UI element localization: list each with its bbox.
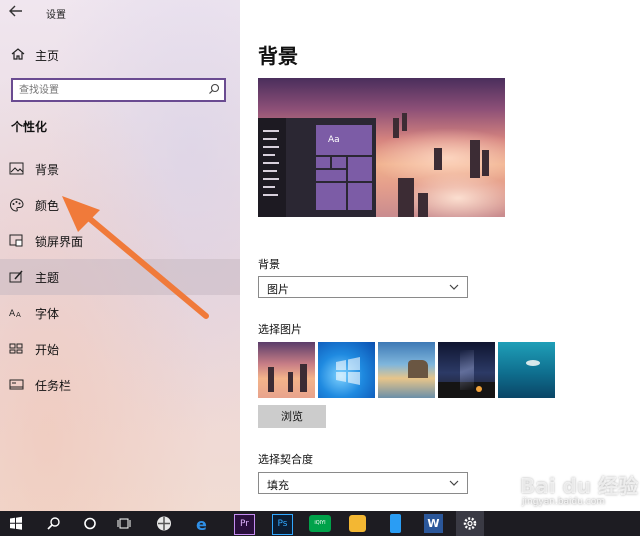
sidebar-item-label: 字体 — [35, 307, 60, 321]
search-icon[interactable] — [40, 511, 68, 536]
taskbar-icon — [9, 378, 24, 394]
window-title: 设置 — [46, 10, 66, 21]
premiere-icon[interactable]: Pr — [230, 511, 258, 536]
sidebar-item-label: 背景 — [35, 163, 60, 177]
windows-start-icon[interactable] — [2, 511, 30, 536]
pinwheel-app-icon[interactable] — [150, 511, 178, 536]
search-input[interactable] — [19, 82, 199, 98]
background-label: 背景 — [258, 258, 280, 271]
fit-dropdown[interactable]: 填充 — [258, 472, 468, 494]
sidebar-item-label: 开始 — [35, 343, 60, 357]
sidebar: 设置 主页 个性化 背景 颜色 — [0, 0, 240, 511]
desktop-preview: Aa — [258, 118, 376, 217]
watermark-url: jingyan.baidu.com — [522, 497, 606, 507]
picture-thumb-2[interactable] — [318, 342, 375, 398]
settings-icon[interactable] — [456, 511, 484, 536]
sidebar-item-label: 锁屏界面 — [35, 235, 84, 249]
font-icon: AA — [9, 306, 24, 322]
sidebar-item-background[interactable]: 背景 — [0, 151, 240, 187]
sidebar-item-themes[interactable]: 主题 — [0, 259, 240, 295]
preview-tile: Aa — [316, 125, 372, 155]
phone-app-icon[interactable] — [382, 511, 410, 536]
background-dropdown[interactable]: 图片 — [258, 276, 468, 298]
word-icon[interactable]: W — [420, 511, 448, 536]
search-box[interactable] — [11, 78, 226, 102]
chevron-down-icon — [448, 475, 460, 494]
home-label: 主页 — [35, 49, 60, 63]
svg-text:e: e — [196, 515, 207, 534]
cortana-icon[interactable] — [76, 511, 104, 536]
back-arrow-icon — [9, 5, 22, 17]
start-icon — [9, 342, 24, 358]
iqiyi-icon[interactable]: iQIYI — [306, 511, 334, 536]
sidebar-item-label: 任务栏 — [35, 379, 72, 393]
fit-dropdown-value: 填充 — [267, 479, 289, 492]
chevron-down-icon — [448, 279, 460, 298]
edge-icon[interactable]: e — [190, 511, 218, 536]
taskbar: e Pr Ps iQIYI W — [0, 511, 640, 536]
background-dropdown-value: 图片 — [267, 283, 289, 296]
lock-screen-icon — [9, 234, 24, 250]
photoshop-icon[interactable]: Ps — [268, 511, 296, 536]
sidebar-item-colors[interactable]: 颜色 — [0, 187, 240, 223]
picture-thumb-1[interactable] — [258, 342, 315, 398]
svg-text:A: A — [9, 309, 16, 319]
search-icon[interactable] — [208, 83, 220, 98]
image-viewer-icon[interactable] — [344, 511, 372, 536]
settings-window: 设置 主页 个性化 背景 颜色 — [0, 0, 640, 511]
home-link[interactable]: 主页 — [0, 44, 240, 66]
sidebar-item-fonts[interactable]: AA 字体 — [0, 295, 240, 331]
choose-picture-label: 选择图片 — [258, 323, 302, 336]
task-view-icon[interactable] — [110, 511, 138, 536]
background-preview: Aa — [258, 78, 505, 217]
section-title: 个性化 — [11, 120, 48, 134]
sidebar-item-taskbar[interactable]: 任务栏 — [0, 367, 240, 403]
picture-thumb-5[interactable] — [498, 342, 555, 398]
image-icon — [9, 162, 24, 178]
page-title: 背景 — [258, 44, 298, 68]
preview-tile-label: Aa — [328, 135, 340, 145]
watermark-logo: Bai du 经验 — [520, 474, 639, 498]
main-content: 背景 Aa 背景 图片 选择图片 浏览 选择契合度 填充 — [240, 0, 640, 511]
theme-brush-icon — [9, 270, 24, 286]
sidebar-item-lock-screen[interactable]: 锁屏界面 — [0, 223, 240, 259]
sidebar-item-start[interactable]: 开始 — [0, 331, 240, 367]
sidebar-item-label: 主题 — [35, 271, 60, 285]
palette-icon — [9, 198, 24, 215]
svg-text:A: A — [16, 311, 21, 319]
back-button[interactable] — [8, 4, 28, 22]
browse-button[interactable]: 浏览 — [258, 405, 326, 428]
home-icon — [10, 46, 26, 65]
picture-thumb-3[interactable] — [378, 342, 435, 398]
sidebar-item-label: 颜色 — [35, 199, 60, 213]
fit-label: 选择契合度 — [258, 453, 313, 466]
picture-thumb-4[interactable] — [438, 342, 495, 398]
